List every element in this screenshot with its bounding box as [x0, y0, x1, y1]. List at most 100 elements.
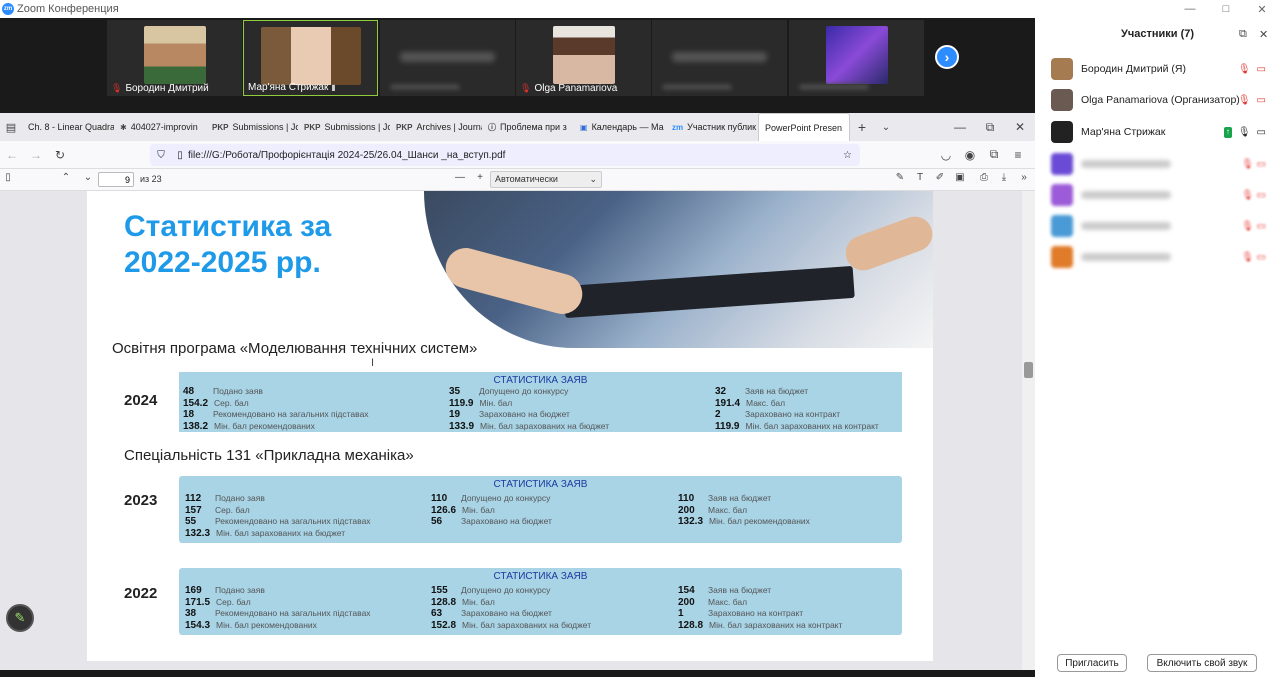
tab-list-icon[interactable]: ▤: [0, 121, 22, 134]
restore-icon[interactable]: ⧉: [980, 120, 1000, 135]
video-tile-active[interactable]: Мар'яна Стрижак ▮: [243, 20, 378, 96]
participant-row[interactable]: Мар'яна Стрижак ↑ 🎙 ▭: [1051, 120, 1266, 144]
video-off-icon[interactable]: ▭: [1257, 95, 1266, 106]
stat-header: СТАТИСТИКА ЗАЯВ: [493, 571, 588, 582]
annotate-pencil-button[interactable]: ✎: [6, 604, 34, 632]
sidebar-toggle-icon[interactable]: ▯: [2, 172, 14, 183]
stat-item: 119.9 Мін. бал: [449, 398, 512, 409]
extensions-icon[interactable]: ⧉: [986, 147, 1002, 162]
tab[interactable]: ⓘ Проблема при з: [482, 113, 574, 141]
participant-row-blurred[interactable]: 🎙 ▭: [1051, 183, 1266, 207]
participant-row-blurred[interactable]: 🎙 ▭: [1051, 245, 1266, 269]
stat-label: Допущено до конкурсу: [461, 493, 551, 503]
tab-favicon-icon: zm: [672, 122, 684, 132]
avatar: [1051, 184, 1073, 206]
highlight-icon[interactable]: ✎: [894, 172, 906, 183]
stat-label: Подано заяв: [213, 386, 263, 396]
close-icon[interactable]: ✕: [1244, 0, 1280, 18]
participant-row-blurred[interactable]: 🎙 ▭: [1051, 152, 1266, 176]
participant-row-blurred[interactable]: 🎙 ▭: [1051, 214, 1266, 238]
participant-row[interactable]: Бородин Дмитрий (Я) 🎙 ▭: [1051, 57, 1266, 81]
url-text: file:///G:/Робота/Профорієнтація 2024-25…: [188, 149, 506, 161]
unmute-button[interactable]: Включить свой звук: [1147, 654, 1257, 672]
stat-label: Зараховано на бюджет: [479, 409, 570, 419]
back-icon[interactable]: ←: [4, 148, 20, 162]
tab-label: Submissions | Jou: [324, 122, 390, 132]
tab[interactable]: Ch. 8 - Linear Quadrat: [22, 113, 114, 141]
menu-icon[interactable]: ≡: [1010, 148, 1026, 162]
year-label: 2024: [124, 392, 158, 409]
participant-row[interactable]: Olga Panamariova (Организатор) 🎙 ▭: [1051, 88, 1266, 112]
forward-icon[interactable]: →: [28, 148, 44, 162]
mic-muted-icon[interactable]: 🎙: [1238, 95, 1251, 106]
video-tile[interactable]: [789, 20, 924, 96]
stat-value: 110: [431, 493, 448, 504]
mic-muted-icon[interactable]: 🎙: [1238, 64, 1251, 75]
next-page-button[interactable]: ›: [935, 45, 959, 69]
tab[interactable]: PKPSubmissions | Jou: [298, 113, 390, 141]
text-tool-icon[interactable]: T: [914, 172, 926, 183]
minimize-icon[interactable]: —: [950, 120, 970, 134]
stat-value: 171.5: [185, 596, 211, 608]
video-tile[interactable]: 🎙 Бородин Дмитрий: [107, 20, 242, 96]
zoom-in-icon[interactable]: +: [474, 172, 486, 183]
share-screen-icon: ↑: [1223, 126, 1232, 138]
image-icon[interactable]: ▣: [954, 172, 966, 183]
tab[interactable]: PKP Archives | Journal: [390, 113, 482, 141]
stat-item: 56 Зараховано на бюджет: [431, 516, 552, 527]
blurred-subname: [390, 84, 460, 90]
account-icon[interactable]: ◉: [962, 148, 978, 162]
close-panel-icon[interactable]: ✕: [1259, 28, 1268, 41]
stat-item: 55 Рекомендовано на загальних підставах: [185, 516, 371, 527]
page-number-input[interactable]: [98, 172, 134, 187]
next-page-icon[interactable]: ⌄: [82, 172, 94, 183]
participant-video: [260, 27, 361, 85]
draw-icon[interactable]: ✐: [934, 172, 946, 183]
tile-name: Мар'яна Стрижак: [248, 82, 329, 93]
close-icon[interactable]: ✕: [1010, 120, 1030, 134]
tab[interactable]: ✱ 404027-improvin: [114, 113, 206, 141]
avatar: [1051, 121, 1073, 143]
popout-icon[interactable]: ⧉: [1239, 28, 1247, 41]
prev-page-icon[interactable]: ⌃: [60, 172, 72, 183]
stat-value: 191.4: [715, 397, 741, 409]
pocket-icon[interactable]: ◡: [938, 148, 954, 162]
title-bar: zm Zoom Конференция — □ ✕: [0, 0, 1280, 18]
tab[interactable]: ▣ Календарь — Ма: [574, 113, 666, 141]
more-tools-icon[interactable]: »: [1018, 172, 1030, 183]
file-icon: ▯: [177, 149, 183, 161]
new-tab-icon[interactable]: +: [850, 119, 874, 135]
stat-label: Мін. бал зарахованих на контракт: [709, 619, 843, 630]
tab[interactable]: zm Участник публик: [666, 113, 758, 141]
bookmark-star-icon[interactable]: ☆: [843, 150, 852, 161]
invite-button[interactable]: Пригласить: [1057, 654, 1127, 672]
download-icon[interactable]: ⤓: [998, 172, 1010, 183]
video-off-icon[interactable]: ▭: [1257, 64, 1266, 75]
tab-label: Submissions | Jou: [232, 122, 298, 132]
pdf-viewer[interactable]: Статистика за 2022-2025 рр. Освітня прог…: [0, 191, 1035, 670]
maximize-icon[interactable]: □: [1208, 0, 1244, 18]
scrollbar[interactable]: [1022, 191, 1035, 670]
zoom-select[interactable]: Автоматически ⌄: [490, 171, 602, 188]
video-tile[interactable]: [380, 20, 515, 96]
window-title: Zoom Конференция: [17, 3, 119, 15]
shield-icon: ⛉: [157, 149, 165, 161]
video-tile[interactable]: 🎙 Olga Panamariova: [516, 20, 651, 96]
reload-icon[interactable]: ↻: [52, 148, 68, 162]
minimize-icon[interactable]: —: [1172, 0, 1208, 18]
tab-active[interactable]: PowerPoint Presen✕: [758, 113, 850, 141]
stat-item: 200 Макс. бал: [678, 597, 747, 608]
tab[interactable]: PKPSubmissions | Jou: [206, 113, 298, 141]
zoom-window: zm Zoom Конференция — □ ✕ 🎙 Бородин Дмитр…: [0, 0, 1280, 677]
scrollbar-thumb[interactable]: [1024, 362, 1033, 378]
zoom-out-icon[interactable]: —: [454, 172, 466, 183]
mic-icon[interactable]: 🎙: [1238, 127, 1251, 138]
stat-label: Мін. бал зарахованих на бюджет: [480, 420, 610, 431]
video-icon[interactable]: ▭: [1257, 127, 1266, 138]
print-icon[interactable]: ⎙: [978, 172, 990, 183]
video-tile[interactable]: [652, 20, 787, 96]
url-bar[interactable]: ⛉ ▯ file:///G:/Робота/Профорієнтація 202…: [150, 144, 860, 166]
stat-item: 200 Макс. бал: [678, 505, 747, 516]
chevron-down-icon[interactable]: ⌄: [874, 122, 898, 133]
tab-favicon-icon: ✱: [120, 122, 127, 132]
